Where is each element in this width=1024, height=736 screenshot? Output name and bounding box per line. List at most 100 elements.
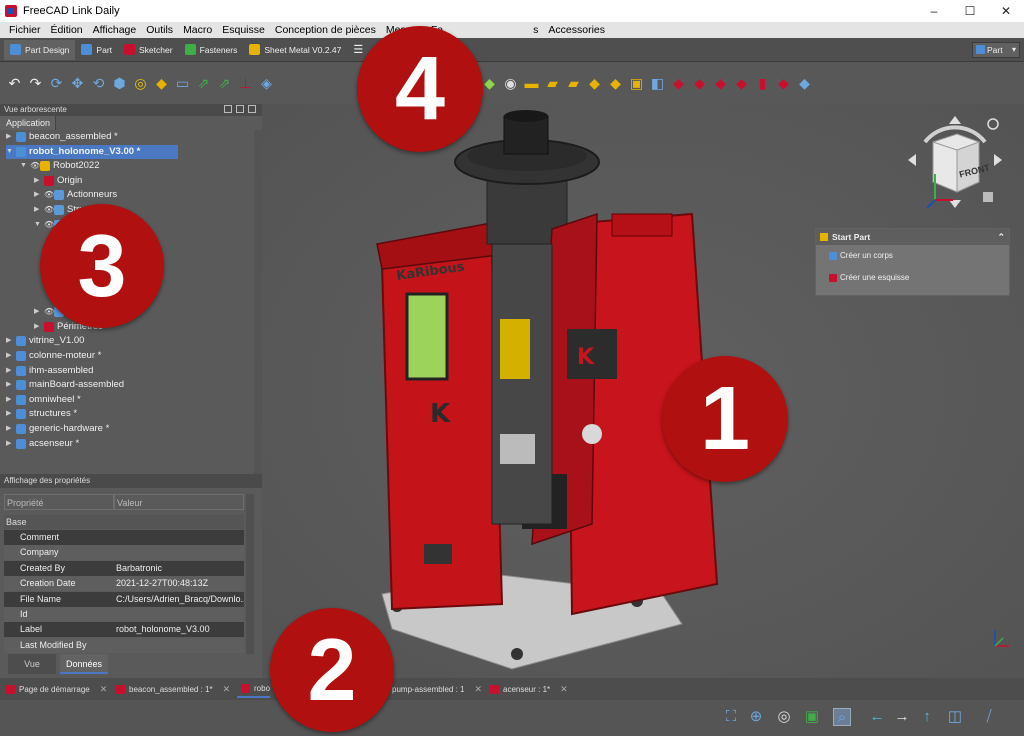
close-icon[interactable]: ✕	[560, 684, 568, 695]
create-body-button[interactable]: Créer un corps	[816, 245, 1009, 267]
property-value[interactable]	[114, 545, 244, 560]
menu-fichier[interactable]: Fichier	[4, 22, 46, 38]
menu-conception[interactable]: Conception de pièces	[270, 22, 381, 38]
doc-tab-acenseur[interactable]: acenseur : 1* ✕	[486, 680, 568, 698]
doc-tab-pump[interactable]: pump-assembled : 1 ✕	[392, 680, 482, 698]
doc-tab-robot[interactable]: robo	[237, 680, 271, 698]
close-button[interactable]: ✕	[988, 0, 1024, 22]
tree-item[interactable]: ▶ colonne-moteur *	[6, 349, 101, 363]
maximize-button[interactable]: ☐	[952, 0, 988, 22]
additive-loft-icon[interactable]: ▣	[628, 75, 645, 92]
clone-icon[interactable]: ▬	[523, 75, 540, 92]
task-panel-header[interactable]: Start Part ⌃	[816, 229, 1009, 245]
zoom-in-icon[interactable]: ⊕	[747, 708, 765, 726]
std-view-icon[interactable]: ⬢	[111, 75, 128, 92]
chevron-right-icon[interactable]: ▶	[6, 378, 16, 392]
doc-tab-beacon[interactable]: beacon_assembled : 1* ✕	[112, 680, 230, 698]
property-row[interactable]: Created By Barbatronic	[4, 560, 244, 576]
property-row[interactable]: Id	[4, 607, 244, 622]
chevron-right-icon[interactable]: ▶	[6, 422, 16, 436]
tree-header[interactable]: Application	[0, 116, 56, 130]
property-value[interactable]: 2021-12-27T00:48:13Z	[114, 576, 244, 591]
tree-item[interactable]: ▼ robot_holonome_V3.00 *	[6, 144, 178, 159]
undo-icon[interactable]: ↶	[6, 75, 23, 92]
tree-item[interactable]: ▶ Origin	[34, 174, 82, 188]
property-value[interactable]	[114, 638, 244, 653]
tree-item[interactable]: ▼ 👁 Robot2022	[20, 159, 99, 173]
part-icon[interactable]: ◆	[153, 75, 170, 92]
property-row[interactable]: Company	[4, 545, 244, 561]
redo-icon[interactable]: ↷	[27, 75, 44, 92]
subtractive-box-icon[interactable]: ◆	[733, 75, 750, 92]
create-sketch-button[interactable]: Créer une esquisse	[816, 267, 1009, 289]
subtractive-cylinder-icon[interactable]: ▮	[754, 75, 771, 92]
float-icon[interactable]	[224, 105, 232, 113]
hole-icon[interactable]: ◆	[691, 75, 708, 92]
tree-item[interactable]: ▶ beacon_assembled *	[6, 130, 118, 144]
tree-item[interactable]: ▶ ihm-assembled	[6, 364, 93, 378]
minimize-button[interactable]: –	[916, 0, 952, 22]
additive-cone-icon[interactable]: ◆	[607, 75, 624, 92]
close-icon[interactable]: ✕	[100, 684, 108, 695]
chevron-right-icon[interactable]: ▶	[34, 305, 44, 319]
folder-icon[interactable]: ▭	[174, 75, 191, 92]
tab-donnees[interactable]: Données	[60, 654, 108, 674]
tab-vue[interactable]: Vue	[8, 654, 56, 674]
workbench-selector[interactable]: Part ▾	[972, 42, 1020, 58]
doc-tab-start[interactable]: Page de démarrage ✕	[2, 680, 107, 698]
chevron-right-icon[interactable]: ▶	[34, 174, 44, 188]
chevron-down-icon[interactable]: ▼	[20, 159, 30, 173]
property-row[interactable]: Label robot_holonome_V3.00	[4, 622, 244, 638]
workbench-tab[interactable]: Part	[75, 40, 118, 60]
back-icon[interactable]: ←	[868, 708, 886, 726]
chevron-right-icon[interactable]: ▶	[6, 130, 16, 144]
visibility-eye-icon[interactable]: 👁	[44, 203, 54, 217]
chevron-down-icon[interactable]: ▼	[34, 218, 44, 232]
menu-partial[interactable]: s	[528, 22, 543, 38]
tree-item[interactable]: ▶ mainBoard-assembled	[6, 378, 124, 392]
pad-icon[interactable]: ◧	[649, 75, 666, 92]
chevron-right-icon[interactable]: ▶	[34, 203, 44, 217]
property-value[interactable]	[114, 607, 244, 622]
menu-edition[interactable]: Édition	[46, 22, 88, 38]
tree-item[interactable]: ▶ generic-hardware *	[6, 422, 109, 436]
menu-esquisse[interactable]: Esquisse	[217, 22, 270, 38]
property-row[interactable]: Comment	[4, 530, 244, 545]
menu-affichage[interactable]: Affichage	[88, 22, 142, 38]
property-row[interactable]: File Name C:/Users/Adrien_Bracq/Downlo...	[4, 591, 244, 607]
axis-icon[interactable]: ⊥	[237, 75, 254, 92]
shape-binder-icon[interactable]: ◉	[502, 75, 519, 92]
datum-point-icon[interactable]: ◆	[481, 75, 498, 92]
pocket-icon[interactable]: ◆	[670, 75, 687, 92]
property-row[interactable]: Creation Date 2021-12-27T00:48:13Z	[4, 576, 244, 592]
properties-scrollbar[interactable]	[246, 494, 254, 654]
value-column-header[interactable]: Valeur	[114, 494, 244, 510]
body-icon[interactable]: ◈	[258, 75, 275, 92]
close-icon[interactable]: ✕	[474, 684, 482, 695]
property-value[interactable]: robot_holonome_V3.00	[114, 622, 244, 637]
link-sub-icon[interactable]: ⇗	[216, 75, 233, 92]
visibility-eye-icon[interactable]: 👁	[44, 188, 54, 202]
rotate-icon[interactable]: ⟲	[90, 75, 107, 92]
property-row[interactable]: Last Modified By	[4, 637, 244, 653]
menu-outils[interactable]: Outils	[141, 22, 178, 38]
fit-all-icon[interactable]: ⛶	[722, 708, 740, 726]
groove-icon[interactable]: ◆	[712, 75, 729, 92]
chevron-up-icon[interactable]: ⌃	[997, 229, 1005, 245]
chevron-right-icon[interactable]: ▶	[6, 407, 16, 421]
additive-sphere-icon[interactable]: ◆	[586, 75, 603, 92]
boolean-icon[interactable]: ◆	[796, 75, 813, 92]
visibility-eye-icon[interactable]: 👁	[30, 159, 40, 173]
workbench-tab[interactable]: Sheet Metal V0.2.47	[243, 40, 347, 60]
tree-item[interactable]: ▶ 👁 Actionneurs	[34, 188, 117, 202]
additive-cylinder-icon[interactable]: ▰	[565, 75, 582, 92]
menu-icon[interactable]: ☰	[353, 43, 363, 56]
tree-item[interactable]: ▶ structures *	[6, 407, 77, 421]
tree-item[interactable]: ▶ vitrine_V1.00	[6, 334, 84, 348]
navigation-cube[interactable]: FRONT	[905, 112, 1005, 212]
subtractive-loft-icon[interactable]: ◆	[775, 75, 792, 92]
property-column-header[interactable]: Propriété	[4, 494, 114, 510]
workbench-tab[interactable]: Sketcher	[118, 40, 179, 60]
property-value[interactable]	[114, 530, 244, 545]
chevron-right-icon[interactable]: ▶	[6, 364, 16, 378]
